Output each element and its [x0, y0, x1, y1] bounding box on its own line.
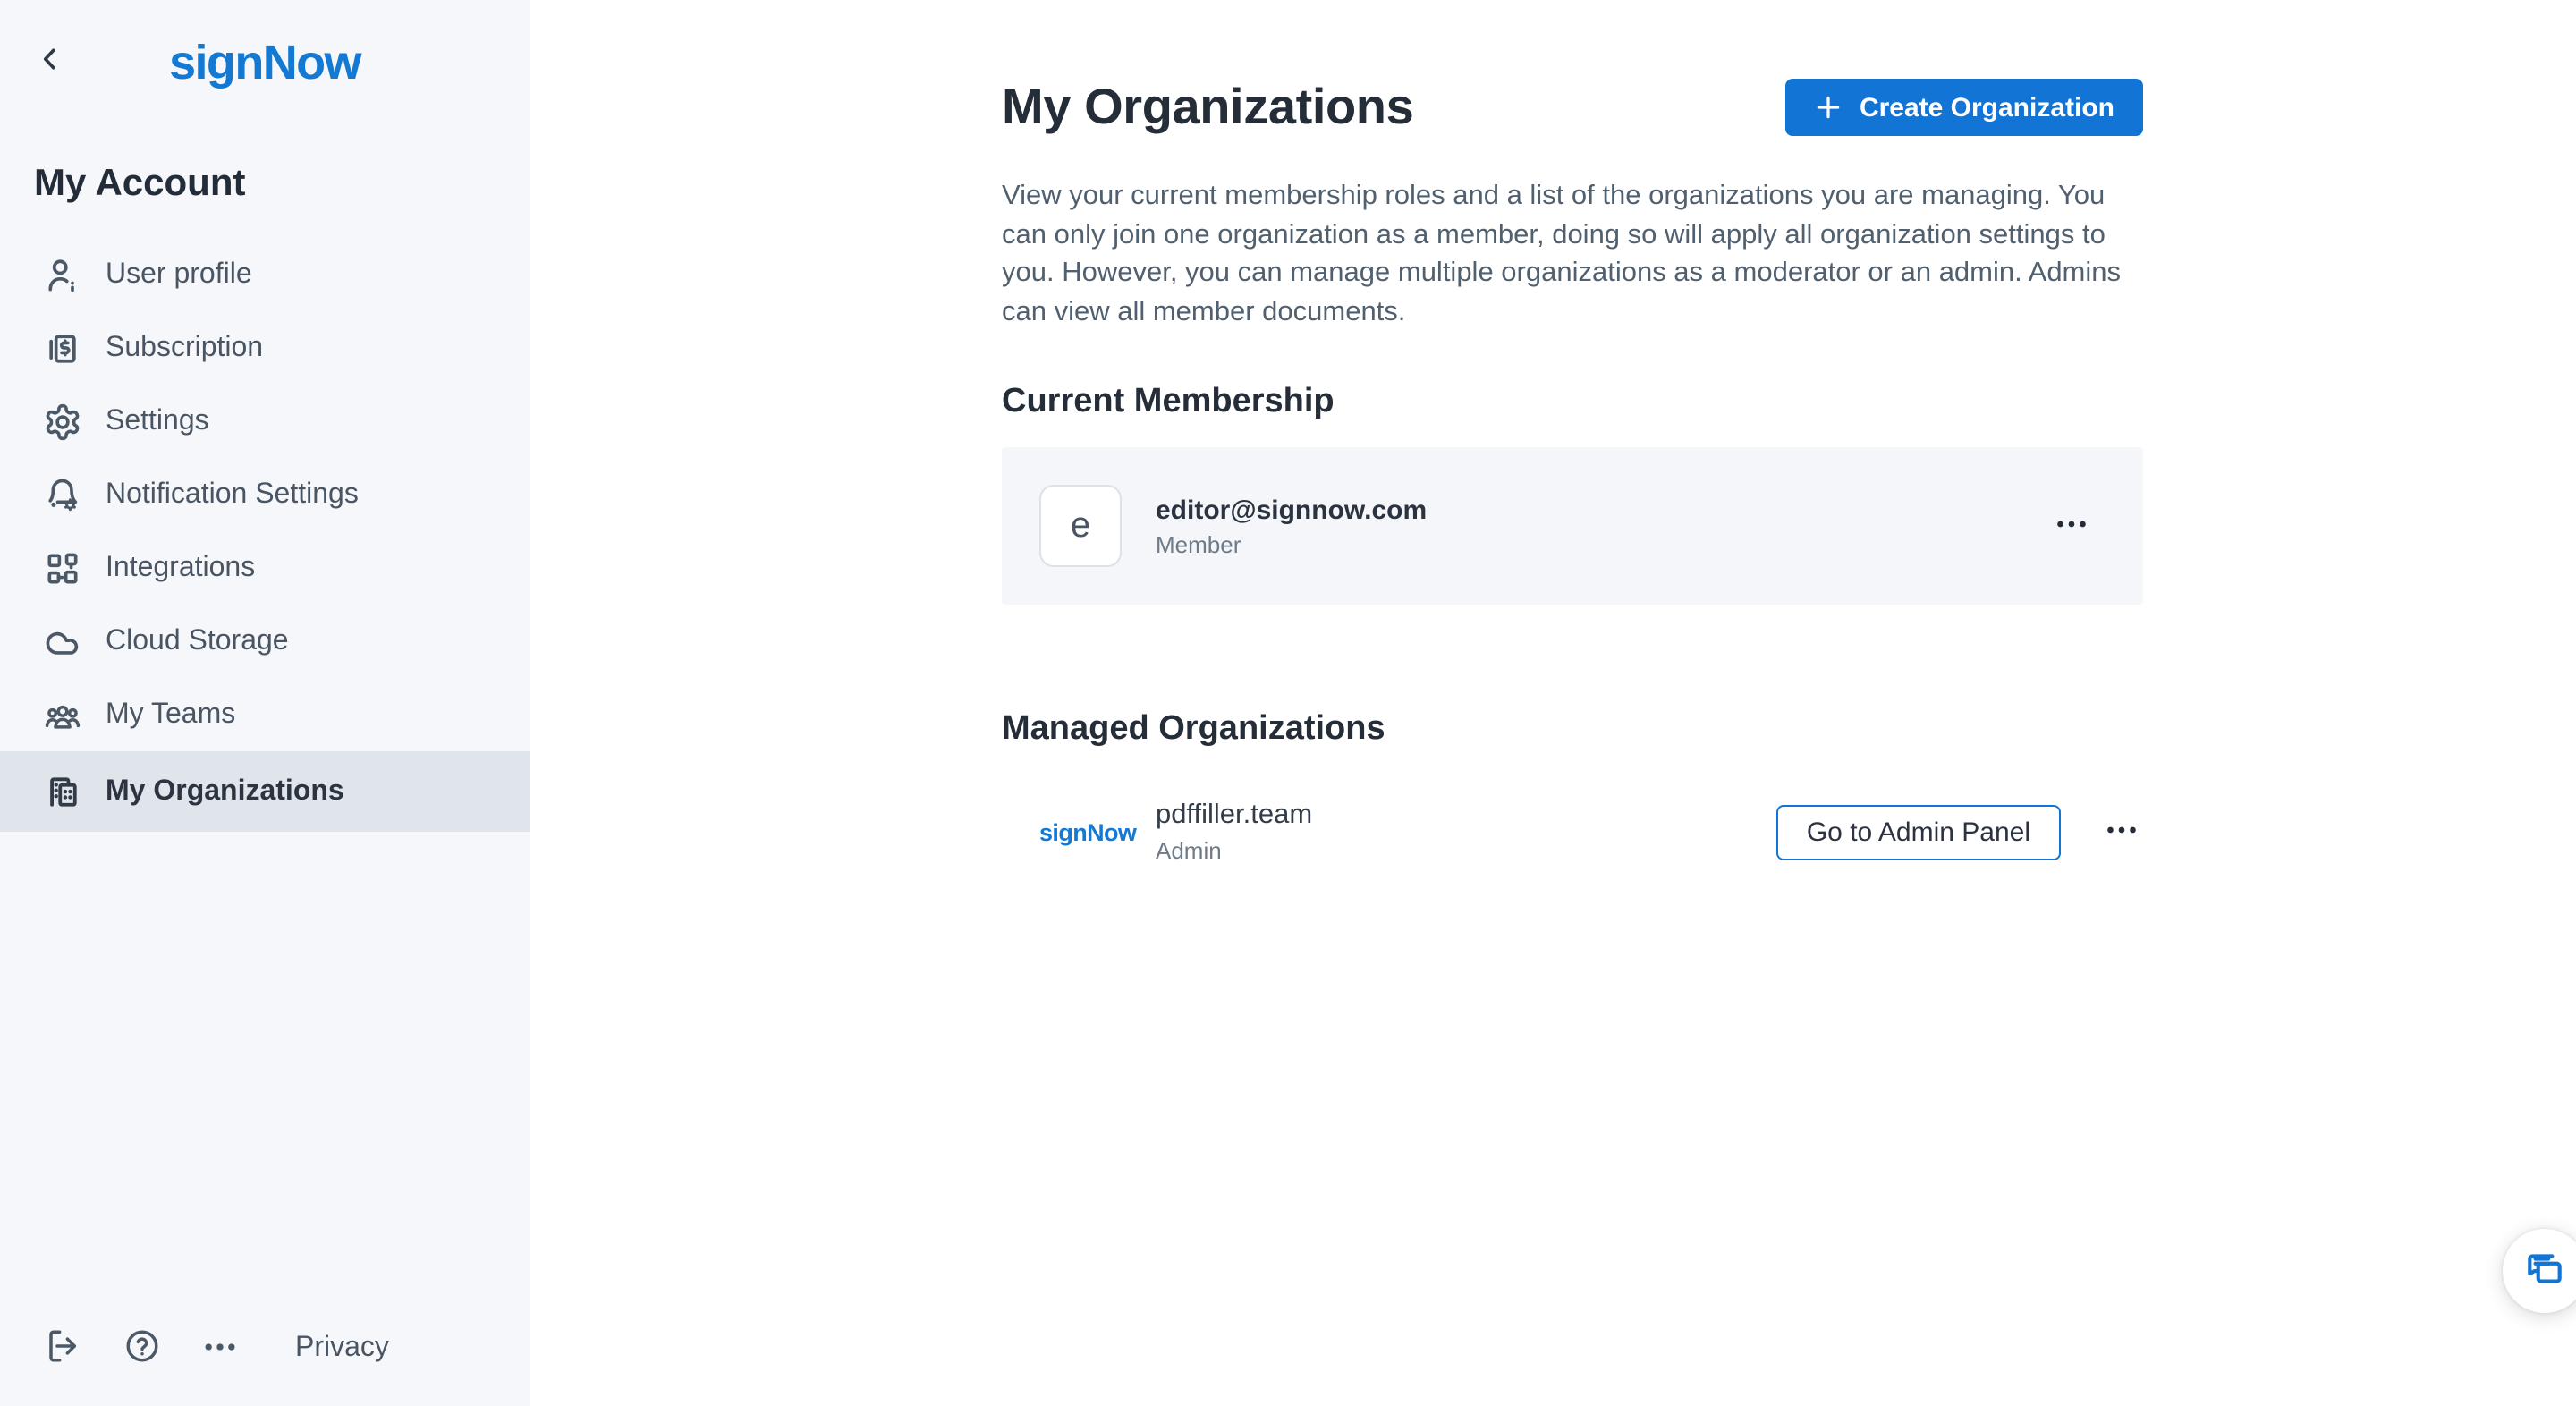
user-profile-icon	[43, 255, 82, 294]
sidebar-item-my-teams[interactable]: My Teams	[0, 678, 530, 751]
member-avatar: e	[1039, 485, 1122, 567]
more-options-button[interactable]	[200, 1329, 240, 1368]
sidebar-item-my-organizations[interactable]: My Organizations	[0, 751, 530, 832]
create-organization-button[interactable]: Create Organization	[1786, 79, 2143, 136]
page-description: View your current membership roles and a…	[1002, 177, 2143, 331]
sidebar: signNow My Account User profile Subscrip…	[0, 0, 530, 1406]
go-to-admin-panel-button[interactable]: Go to Admin Panel	[1776, 804, 2061, 860]
cloud-icon	[43, 622, 82, 661]
logout-icon	[44, 1327, 81, 1370]
sidebar-item-integrations[interactable]: Integrations	[0, 531, 530, 605]
help-circle-icon	[123, 1327, 160, 1370]
content-column: My Organizations Create Organization Vie…	[1002, 0, 2143, 864]
subscription-icon	[43, 328, 82, 368]
page-header: My Organizations Create Organization	[1002, 79, 2143, 136]
sidebar-nav: User profile Subscription Settings Notif…	[0, 238, 530, 832]
sidebar-item-cloud-storage[interactable]: Cloud Storage	[0, 605, 530, 678]
signnow-logo: signNow	[0, 36, 530, 91]
organization-role: Admin	[1156, 837, 1312, 864]
current-membership-heading: Current Membership	[1002, 383, 2143, 422]
logout-button[interactable]	[43, 1329, 82, 1368]
member-role: Member	[1156, 530, 1427, 557]
member-email: editor@signnow.com	[1156, 495, 1427, 525]
membership-card: e editor@signnow.com Member	[1002, 447, 2143, 605]
ellipsis-icon	[200, 1326, 240, 1371]
sidebar-footer: Privacy	[0, 1292, 530, 1406]
ellipsis-icon	[2054, 505, 2089, 546]
ellipsis-icon	[2104, 811, 2140, 852]
member-info: editor@signnow.com Member	[1156, 495, 1427, 557]
organization-logo: signNow	[1039, 818, 1122, 845]
bell-gear-icon	[43, 475, 82, 514]
sidebar-item-label: Subscription	[106, 332, 263, 364]
settings-gear-icon	[43, 402, 82, 441]
sidebar-item-label: Cloud Storage	[106, 625, 289, 657]
sidebar-item-label: User profile	[106, 258, 252, 291]
sidebar-title: My Account	[34, 163, 530, 206]
organization-row: signNow pdffiller.team Admin Go to Admin…	[1002, 800, 2143, 864]
sidebar-item-user-profile[interactable]: User profile	[0, 238, 530, 311]
page-title: My Organizations	[1002, 79, 1413, 136]
organization-name: pdffiller.team	[1156, 800, 1312, 832]
people-group-icon	[43, 695, 82, 734]
managed-organizations-heading: Managed Organizations	[1002, 710, 2143, 750]
sidebar-item-label: Notification Settings	[106, 479, 359, 511]
organization-info: pdffiller.team Admin	[1156, 800, 1312, 864]
membership-actions-button[interactable]	[2050, 504, 2093, 547]
buildings-icon	[43, 772, 82, 811]
sidebar-item-settings[interactable]: Settings	[0, 385, 530, 458]
sidebar-item-notification-settings[interactable]: Notification Settings	[0, 458, 530, 531]
chat-bubbles-icon	[2522, 1246, 2567, 1296]
sidebar-item-label: Integrations	[106, 552, 255, 584]
sidebar-item-label: My Organizations	[106, 775, 344, 808]
privacy-link[interactable]: Privacy	[295, 1333, 389, 1365]
sidebar-item-label: Settings	[106, 405, 209, 437]
create-organization-label: Create Organization	[1860, 92, 2114, 123]
main-area: My Organizations Create Organization Vie…	[530, 0, 2576, 1406]
organization-more-button[interactable]	[2100, 810, 2143, 853]
sidebar-header: signNow	[0, 0, 530, 114]
sidebar-item-subscription[interactable]: Subscription	[0, 311, 530, 385]
help-button[interactable]	[122, 1329, 161, 1368]
plus-icon	[1815, 93, 1843, 122]
integrations-blocks-icon	[43, 548, 82, 588]
app-window: signNow My Account User profile Subscrip…	[0, 0, 2576, 1406]
sidebar-item-label: My Teams	[106, 699, 235, 731]
organization-actions: Go to Admin Panel	[1776, 804, 2143, 860]
